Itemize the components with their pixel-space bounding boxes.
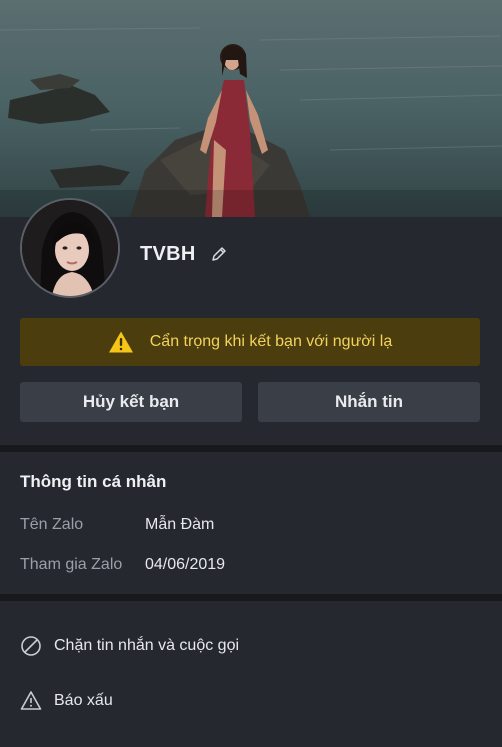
block-messages-calls-item[interactable]: Chặn tin nhắn và cuộc gọi <box>20 631 239 661</box>
info-row-zalo-name: Tên Zalo Mẫn Đàm <box>20 515 214 535</box>
info-label: Tham gia Zalo <box>20 556 123 573</box>
name-row: TVBH <box>140 240 228 268</box>
cover-photo[interactable] <box>0 0 502 217</box>
unfriend-button[interactable]: Hủy kết bạn <box>20 382 242 422</box>
personal-info-title: Thông tin cá nhân <box>20 472 167 491</box>
actions-section: Chặn tin nhắn và cuộc gọi Báo xấu <box>0 601 502 747</box>
info-value: 04/06/2019 <box>145 556 226 573</box>
stranger-warning-banner: Cẩn trọng khi kết bạn với người lạ <box>20 318 480 366</box>
warning-text: Cẩn trọng khi kết bạn với người lạ <box>149 333 393 350</box>
display-name: TVBH <box>140 242 196 265</box>
personal-info-section: Thông tin cá nhân Tên Zalo Mẫn Đàm Tham … <box>0 452 502 594</box>
warning-triangle-icon <box>20 690 42 712</box>
message-button[interactable]: Nhắn tin <box>258 382 480 422</box>
info-label: Tên Zalo <box>20 516 84 533</box>
section-divider <box>0 594 502 601</box>
warning-triangle-icon <box>108 330 134 354</box>
info-row-join-date: Tham gia Zalo 04/06/2019 <box>20 555 225 575</box>
report-item[interactable]: Báo xấu <box>20 686 113 716</box>
action-label: Chặn tin nhắn và cuộc gọi <box>54 637 240 654</box>
cover-image <box>0 0 502 217</box>
section-divider <box>0 445 502 452</box>
info-value: Mẫn Đàm <box>145 516 215 533</box>
avatar-image <box>22 200 118 296</box>
action-label: Báo xấu <box>54 692 113 709</box>
block-icon <box>20 635 42 657</box>
edit-pencil-icon[interactable] <box>210 245 228 263</box>
avatar[interactable] <box>20 198 120 298</box>
